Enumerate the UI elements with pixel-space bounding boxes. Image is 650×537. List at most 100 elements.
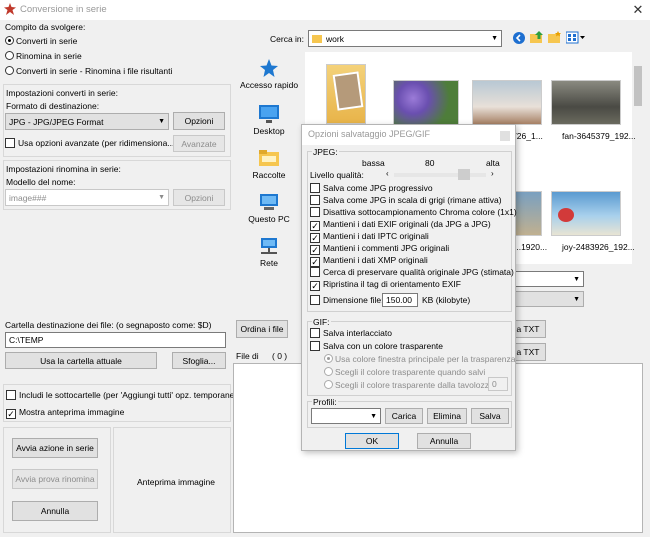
- model-label: Modello del nome:: [6, 177, 76, 187]
- view-menu-icon[interactable]: [566, 31, 586, 44]
- chevron-down-icon: ▼: [158, 194, 165, 201]
- place-this-pc[interactable]: Questo PC: [236, 192, 302, 224]
- test-rename-button[interactable]: Avvia prova rinomina: [12, 469, 98, 489]
- dialog-cancel-button[interactable]: Annulla: [417, 433, 471, 449]
- place-network[interactable]: Rete: [236, 236, 302, 268]
- advanced-button[interactable]: Avanzate: [173, 135, 225, 152]
- jpeg-option[interactable]: ✓ Mantieni i dati EXIF originali (da JPG …: [310, 219, 491, 231]
- filesize-checkbox[interactable]: Dimensione file:: [310, 295, 383, 305]
- jpeg-option[interactable]: Cerca di preservare qualità originale JP…: [310, 267, 514, 277]
- window-title: Conversione in serie: [20, 4, 107, 15]
- place-label: Accesso rapido: [239, 80, 299, 90]
- checkbox-icon[interactable]: [310, 328, 320, 338]
- file-thumbnail[interactable]: [551, 80, 621, 125]
- checkbox-icon[interactable]: [310, 183, 320, 193]
- checkbox-icon[interactable]: [310, 341, 320, 351]
- jpeg-option[interactable]: Salva come JPG progressivo: [310, 183, 433, 193]
- place-libraries[interactable]: Raccolte: [236, 148, 302, 180]
- place-label: Raccolte: [252, 170, 286, 180]
- checkbox-icon[interactable]: [310, 207, 320, 217]
- start-batch-button[interactable]: Avvia azione in serie: [12, 438, 98, 458]
- radio-convert[interactable]: Converti in serie: [5, 36, 77, 46]
- convert-options-button[interactable]: Opzioni: [173, 112, 225, 130]
- chevron-right-icon[interactable]: ›: [491, 169, 494, 178]
- radio-icon[interactable]: [5, 51, 14, 60]
- gif-radio-palette[interactable]: Scegli il colore trasparente dalla tavol…: [324, 380, 496, 390]
- file-thumbnail[interactable]: [551, 191, 621, 236]
- destination-label: Cartella destinazione dei file: (o segna…: [5, 320, 212, 330]
- sort-files-button[interactable]: Ordina i file: [236, 320, 288, 338]
- radio-icon[interactable]: [324, 354, 333, 363]
- filetype-select[interactable]: ▼: [512, 291, 584, 307]
- use-current-folder-button[interactable]: Usa la cartella attuale: [5, 352, 157, 369]
- filename-combo[interactable]: ▼: [512, 271, 584, 287]
- destination-input[interactable]: C:\TEMP: [5, 332, 226, 348]
- checkbox-icon[interactable]: [6, 390, 16, 400]
- gif-radio-choose-on-save[interactable]: Scegli il colore trasparente quando salv…: [324, 367, 485, 377]
- lookin-select[interactable]: work ▼: [308, 30, 502, 47]
- ok-button[interactable]: OK: [345, 433, 399, 449]
- jpeg-option[interactable]: ✓ Mantieni i commenti JPG originali: [310, 243, 449, 255]
- scrollbar[interactable]: [632, 52, 644, 264]
- delete-profile-button[interactable]: Elimina: [427, 408, 467, 424]
- jpeg-option[interactable]: ✓ Mantieni i dati XMP originali: [310, 255, 428, 267]
- jpeg-option[interactable]: Salva come JPG in scala di grigi (rimane…: [310, 195, 502, 205]
- checkbox-icon[interactable]: [310, 195, 320, 205]
- checkbox-icon[interactable]: [5, 138, 15, 148]
- quality-slider-thumb[interactable]: [458, 169, 470, 180]
- rename-options-button[interactable]: Opzioni: [173, 189, 225, 206]
- check-icon[interactable]: ✓: [310, 245, 320, 255]
- radio-convert-rename[interactable]: Converti in serie - Rinomina i file risu…: [5, 66, 172, 76]
- place-desktop[interactable]: Desktop: [236, 104, 302, 136]
- checkbox-icon[interactable]: [310, 295, 320, 305]
- load-profile-button[interactable]: Carica: [385, 408, 423, 424]
- new-folder-icon[interactable]: [548, 31, 562, 44]
- file-thumbnail[interactable]: [393, 80, 459, 125]
- scrollbar-thumb[interactable]: [634, 66, 642, 106]
- chevron-down-icon: ▼: [491, 35, 498, 42]
- file-thumbnail[interactable]: [472, 80, 542, 125]
- gif-radio-window-color[interactable]: Usa colore finestra principale per la tr…: [324, 354, 515, 364]
- check-icon[interactable]: ✓: [310, 281, 320, 291]
- folder-thumbnail[interactable]: [326, 64, 366, 124]
- palette-index-input[interactable]: 0: [488, 377, 508, 391]
- show-preview-checkbox[interactable]: ✓ Mostra anteprima immagine: [6, 407, 124, 419]
- check-icon[interactable]: ✓: [310, 257, 320, 267]
- profiles-select[interactable]: ▼: [311, 408, 381, 424]
- quality-slider-track[interactable]: [394, 173, 486, 177]
- up-folder-icon[interactable]: [530, 31, 544, 44]
- radio-icon[interactable]: [5, 66, 14, 75]
- model-select[interactable]: image### ▼: [5, 189, 169, 206]
- gif-group-label: GIF:: [312, 317, 331, 327]
- save-profile-button[interactable]: Salva: [471, 408, 509, 424]
- gif-interlaced-checkbox[interactable]: Salva interlacciato: [310, 328, 392, 338]
- gif-transparent-checkbox[interactable]: Salva con un colore trasparente: [310, 341, 443, 351]
- quality-low-label: bassa: [362, 158, 385, 168]
- check-icon[interactable]: ✓: [310, 221, 320, 231]
- filesize-value: 150.00: [386, 295, 412, 305]
- jpeg-option[interactable]: ✓ Ripristina il tag di orientamento EXIF: [310, 279, 461, 291]
- place-quick-access[interactable]: Accesso rapido: [236, 58, 302, 90]
- check-icon[interactable]: ✓: [310, 233, 320, 243]
- browse-button[interactable]: Sfoglia...: [172, 352, 226, 369]
- checkbox-icon[interactable]: [310, 267, 320, 277]
- radio-icon[interactable]: [5, 36, 14, 45]
- filesize-input[interactable]: 150.00: [382, 293, 418, 307]
- task-heading: Compito da svolgere:: [5, 22, 86, 32]
- filesize-unit: KB (kilobyte): [422, 295, 471, 305]
- close-icon[interactable]: ✕: [630, 2, 646, 18]
- include-subfolders-checkbox[interactable]: Includi le sottocartelle (per 'Aggiungi …: [6, 390, 242, 400]
- radio-rename[interactable]: Rinomina in serie: [5, 51, 82, 61]
- dialog-close-icon[interactable]: [500, 131, 510, 141]
- chevron-left-icon[interactable]: ‹: [386, 169, 389, 178]
- jpeg-option[interactable]: Disattiva sottocampionamento Chroma colo…: [310, 207, 517, 217]
- radio-icon[interactable]: [324, 367, 333, 376]
- check-icon[interactable]: ✓: [6, 409, 16, 419]
- format-select[interactable]: JPG - JPG/JPEG Format ▼: [5, 113, 169, 130]
- preview-label: Anteprima immagine: [137, 477, 215, 487]
- cancel-button[interactable]: Annulla: [12, 501, 98, 521]
- radio-icon[interactable]: [324, 380, 333, 389]
- advanced-checkbox[interactable]: Usa opzioni avanzate (per ridimensiona..…: [5, 138, 177, 148]
- back-icon[interactable]: [513, 32, 525, 44]
- jpeg-option[interactable]: ✓ Mantieni i dati IPTC originali: [310, 231, 429, 243]
